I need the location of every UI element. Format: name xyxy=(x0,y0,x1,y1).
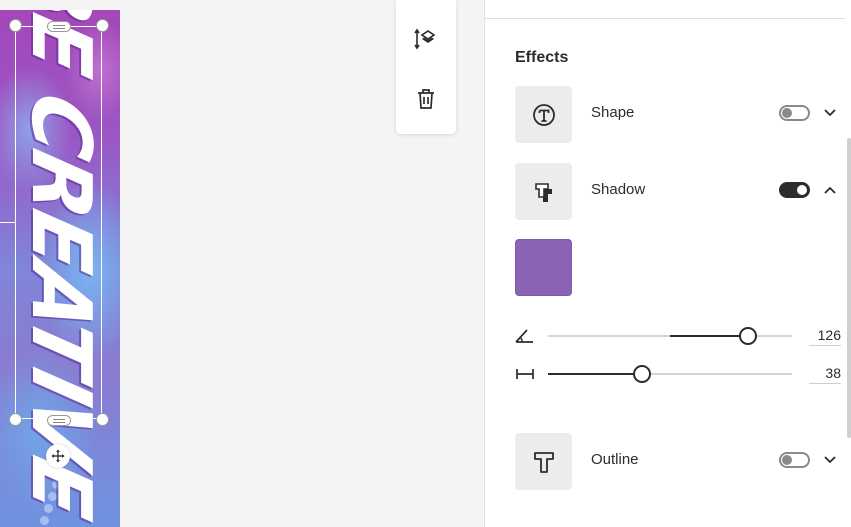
effects-heading: Effects xyxy=(515,49,569,66)
layers-arrange-icon xyxy=(414,28,436,50)
outline-expand-button[interactable] xyxy=(823,453,837,467)
angle-icon xyxy=(515,326,535,346)
chevron-down-icon xyxy=(824,109,836,117)
resize-handle-bottom[interactable] xyxy=(47,415,71,426)
shape-label: Shape xyxy=(591,104,635,121)
shadow-effect-thumbnail[interactable] xyxy=(515,163,572,220)
resize-handle-top-right[interactable] xyxy=(96,19,109,32)
shape-effect-thumbnail[interactable] xyxy=(515,86,572,143)
shape-expand-button[interactable] xyxy=(823,106,837,120)
object-toolbar xyxy=(396,0,456,134)
shadow-angle-value[interactable]: 126 xyxy=(809,327,841,346)
text-outline-icon xyxy=(533,451,554,473)
outline-label: Outline xyxy=(591,451,639,468)
angle-slider-fill xyxy=(670,335,749,337)
angle-slider-thumb[interactable] xyxy=(739,327,758,345)
chevron-up-icon xyxy=(824,186,836,194)
distance-slider-fill xyxy=(548,373,642,375)
shadow-collapse-button[interactable] xyxy=(823,183,837,197)
arrange-button[interactable] xyxy=(411,24,441,54)
shape-toggle[interactable] xyxy=(779,105,810,121)
effect-row-shape[interactable]: Shape xyxy=(515,86,837,144)
move-handle[interactable] xyxy=(46,444,70,468)
resize-handle-top-left[interactable] xyxy=(9,19,22,32)
move-icon xyxy=(51,449,65,463)
properties-panel: Effects Shape Shadow 126 38 Outline xyxy=(484,0,851,527)
background-detail xyxy=(40,516,49,525)
resize-handle-bottom-right[interactable] xyxy=(96,413,109,426)
shadow-color-swatch[interactable] xyxy=(515,239,572,296)
shadow-distance-value[interactable]: 38 xyxy=(809,365,841,384)
panel-divider xyxy=(485,18,845,19)
outline-effect-thumbnail[interactable] xyxy=(515,433,572,490)
shadow-angle-slider-row: 126 xyxy=(515,326,845,346)
delete-button[interactable] xyxy=(411,84,441,114)
shadow-distance-slider[interactable] xyxy=(548,365,792,383)
trash-icon xyxy=(418,89,434,109)
distance-slider-thumb[interactable] xyxy=(632,365,651,383)
selection-box[interactable] xyxy=(15,26,102,419)
resize-handle-top[interactable] xyxy=(47,21,71,32)
alignment-guide xyxy=(0,222,15,223)
text-shadow-icon xyxy=(534,182,552,202)
distance-icon xyxy=(515,364,535,384)
text-circle-icon xyxy=(532,103,555,126)
effect-row-shadow[interactable]: Shadow xyxy=(515,163,837,221)
shadow-distance-slider-row: 38 xyxy=(515,364,845,384)
chevron-down-icon xyxy=(824,456,836,464)
outline-toggle[interactable] xyxy=(779,452,810,468)
effect-row-outline[interactable]: Outline xyxy=(515,433,837,491)
shadow-toggle[interactable] xyxy=(779,182,810,198)
shadow-angle-slider[interactable] xyxy=(548,327,792,345)
shadow-label: Shadow xyxy=(591,181,646,198)
resize-handle-bottom-left[interactable] xyxy=(9,413,22,426)
panel-scrollbar[interactable] xyxy=(847,138,851,438)
